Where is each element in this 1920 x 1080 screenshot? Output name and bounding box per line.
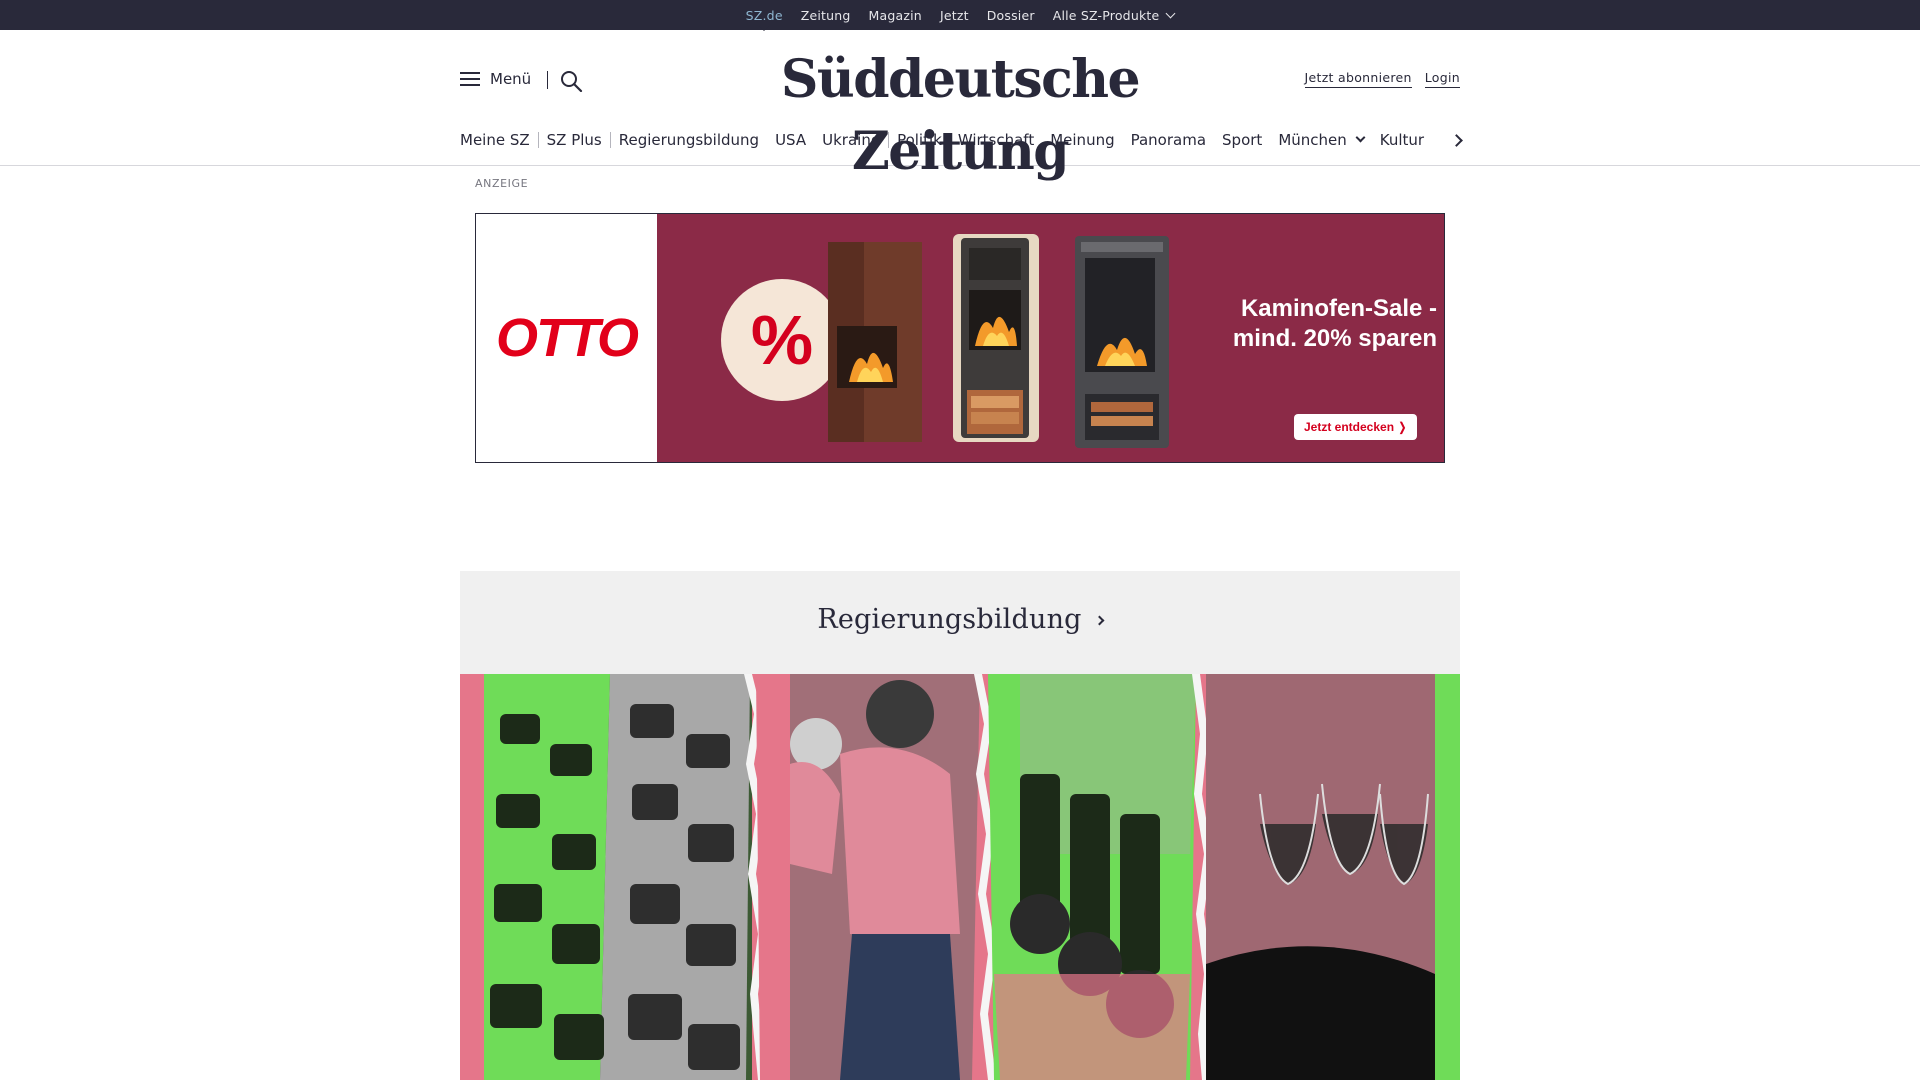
site-header: Menü Süddeutsche Zeitung Jetzt abonniere… [0, 30, 1920, 182]
top-bar-links: SZ.de Zeitung Magazin Jetzt Dossier Alle… [0, 0, 1920, 31]
subscribe-link[interactable]: Jetzt abonnieren [1304, 70, 1412, 88]
ad-banner[interactable]: OTTO % Kaminofen-Sale - mind. 20% sparen… [475, 213, 1445, 463]
nav-item-kultur[interactable]: Kultur [1372, 131, 1432, 149]
chevron-right-icon [1094, 615, 1105, 626]
ad-promo-panel: % Kaminofen-Sale - mind. 20% sparen Jetz… [657, 214, 1444, 462]
hamburger-icon [460, 72, 480, 86]
topbar-link-magazin[interactable]: Magazin [860, 8, 931, 23]
site-logo[interactable]: Süddeutsche Zeitung [720, 44, 1200, 188]
topbar-link-alle-produkte-label: Alle SZ-Produkte [1052, 7, 1160, 23]
section-title: Regierungsbildung [817, 604, 1082, 635]
nav-item-sport[interactable]: Sport [1214, 131, 1270, 149]
nav-item-sz-plus[interactable]: SZ Plus [539, 131, 610, 149]
tractors-panel [988, 674, 1196, 1080]
nav-item-meine-sz[interactable]: Meine SZ [460, 131, 538, 149]
topbar-link-alle-produkte[interactable]: Alle SZ-Produkte [1044, 8, 1184, 23]
nav-item-politik[interactable]: Politik [889, 131, 950, 149]
ad-label: ANZEIGE [475, 177, 529, 190]
nav-scroll-right-button[interactable] [1450, 132, 1464, 148]
ad-cta-button[interactable]: Jetzt entdecken ❭ [1294, 414, 1418, 440]
wine-glasses-panel [1206, 674, 1435, 1080]
nav-item-usa[interactable]: USA [767, 131, 814, 149]
search-icon [561, 71, 583, 93]
header-actions: Jetzt abonnieren Login [1304, 70, 1460, 88]
search-button[interactable] [560, 70, 584, 93]
section-title-link[interactable]: Regierungsbildung [460, 604, 1460, 635]
stove-corner-image [828, 242, 922, 442]
menu-label: Menü [490, 70, 532, 88]
header-divider [547, 71, 548, 89]
topbar-link-sz[interactable]: SZ.de [737, 8, 792, 31]
top-bar: SZ.de Zeitung Magazin Jetzt Dossier Alle… [0, 0, 1920, 31]
topbar-link-zeitung[interactable]: Zeitung [792, 8, 860, 23]
nav-item-panorama[interactable]: Panorama [1123, 131, 1214, 149]
otto-logo: OTTO [495, 308, 639, 368]
chevron-down-icon [1165, 8, 1176, 18]
topbar-link-dossier[interactable]: Dossier [978, 8, 1044, 23]
nav-item-regierungsbildung[interactable]: Regierungsbildung [611, 131, 767, 149]
stove-cream-image [953, 234, 1039, 442]
hero-collage-image[interactable] [460, 674, 1460, 1080]
nav-item-ukraine[interactable]: Ukraine [814, 131, 888, 149]
menu-button[interactable]: Menü [460, 70, 531, 88]
nav-item-muenchen-label: München [1278, 131, 1347, 149]
traffic-panel [484, 674, 752, 1080]
topbar-link-jetzt[interactable]: Jetzt [931, 8, 978, 23]
ad-headline: Kaminofen-Sale - mind. 20% sparen [1232, 295, 1437, 352]
main-nav: Meine SZ SZ Plus Regierungsbildung USA U… [460, 128, 1432, 152]
family-panel [756, 674, 980, 1080]
chevron-down-icon [1355, 132, 1366, 142]
ad-brand-panel: OTTO [476, 214, 657, 462]
login-link[interactable]: Login [1424, 70, 1460, 88]
collage-illustration [460, 674, 1460, 1080]
section-header: Regierungsbildung [460, 571, 1460, 674]
nav-item-wirtschaft[interactable]: Wirtschaft [950, 131, 1042, 149]
stove-black-image [1075, 236, 1169, 448]
nav-item-meinung[interactable]: Meinung [1042, 131, 1122, 149]
nav-item-muenchen[interactable]: München [1270, 131, 1371, 149]
